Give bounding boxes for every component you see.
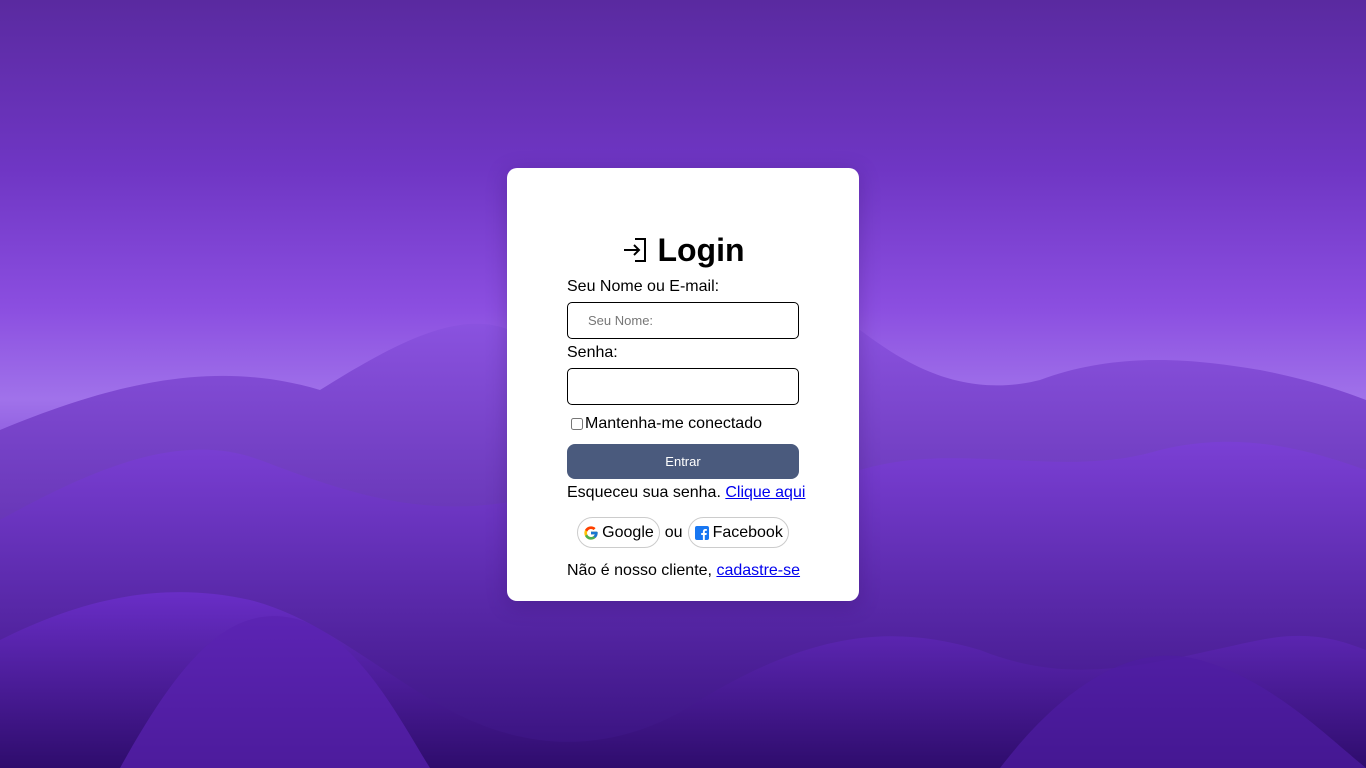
signup-text: Não é nosso cliente, <box>567 562 712 579</box>
forgot-password-text: Esqueceu sua senha. <box>567 484 721 501</box>
login-submit-button[interactable]: Entrar <box>567 444 799 479</box>
signup-row: Não é nosso cliente, cadastre-se <box>567 561 800 581</box>
google-label: Google <box>602 523 654 541</box>
remember-me-checkbox[interactable] <box>571 418 583 430</box>
name-email-label: Seu Nome ou E-mail: <box>567 278 720 295</box>
login-enter-icon <box>621 236 649 264</box>
social-login-row: Google ou Facebook <box>507 517 859 548</box>
google-icon <box>583 525 599 541</box>
forgot-password-row: Esqueceu sua senha. Clique aqui <box>567 483 805 503</box>
login-header: Login <box>507 230 859 270</box>
signup-link[interactable]: cadastre-se <box>716 562 800 579</box>
facebook-icon <box>694 525 710 541</box>
google-login-button[interactable]: Google <box>577 517 660 548</box>
page-title: Login <box>657 232 745 268</box>
login-card: Login Seu Nome ou E-mail: Senha: Mantenh… <box>507 168 859 601</box>
or-separator: ou <box>664 523 683 541</box>
remember-me[interactable]: Mantenha-me conectado <box>571 414 762 434</box>
name-email-input[interactable] <box>567 302 799 339</box>
forgot-password-link[interactable]: Clique aqui <box>725 484 805 501</box>
facebook-login-button[interactable]: Facebook <box>687 517 789 548</box>
password-label: Senha: <box>567 344 618 361</box>
facebook-label: Facebook <box>712 523 783 541</box>
remember-me-label: Mantenha-me conectado <box>585 415 762 432</box>
password-input[interactable] <box>567 368 799 405</box>
